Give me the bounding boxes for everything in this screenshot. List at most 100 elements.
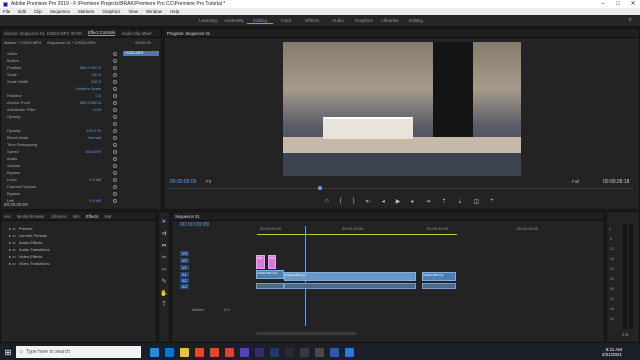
file-explorer-icon[interactable] (180, 347, 189, 357)
property-value[interactable]: 100.0 % (86, 128, 101, 133)
firefox-icon[interactable] (210, 347, 219, 357)
video-clip[interactable]: C0022.MP4 [V] (256, 270, 284, 279)
app-icon[interactable] (225, 347, 234, 357)
program-video-frame[interactable] (283, 42, 521, 176)
workspace-libraries[interactable]: Libraries (377, 18, 403, 23)
effect-property-row[interactable]: Scale 100.0 (1, 71, 161, 78)
property-value[interactable]: 100.00% (85, 149, 101, 154)
track-label[interactable]: V1 (180, 265, 189, 270)
resolution-dropdown[interactable]: Full (572, 179, 579, 184)
keyframe-toggle-icon[interactable] (113, 93, 117, 98)
workspace-learning[interactable]: Learning (195, 18, 221, 23)
effects-folder-item[interactable]: ▸ ▭ Video Effects (9, 253, 156, 260)
menu-edit[interactable]: Edit (18, 9, 26, 14)
tab-sequence-01[interactable]: Sequence 01 (175, 214, 200, 219)
track-label[interactable]: V2 (180, 258, 189, 263)
effect-property-row[interactable]: Anti-flicker Filter 0.00 (1, 106, 161, 113)
effect-property-row[interactable]: Scale Width 100.0 (1, 78, 161, 85)
menu-file[interactable]: File (3, 9, 10, 14)
effect-property-row[interactable]: Motion (1, 57, 161, 64)
selection-tool-icon[interactable]: ➤ (161, 218, 166, 225)
effect-property-row[interactable]: Opacity (1, 113, 161, 120)
extract-icon[interactable]: ⇣ (457, 198, 462, 205)
after-effects-icon[interactable] (255, 347, 264, 357)
task-view-icon[interactable] (150, 347, 159, 357)
photoshop-icon[interactable] (270, 347, 279, 357)
play-icon[interactable]: ▶ (396, 198, 401, 205)
tab-info[interactable]: Info (73, 214, 80, 219)
effect-property-row[interactable]: Time Remapping (1, 141, 161, 148)
title-clip[interactable]: Title (256, 255, 265, 269)
effect-property-row[interactable]: Rotation 0.0 (1, 92, 161, 99)
track-label[interactable]: V3 (180, 251, 189, 256)
effects-folder-item[interactable]: ▸ ▭ Audio Transitions (9, 246, 156, 253)
timeline-timecode[interactable]: 00:00:09:09 (180, 222, 209, 228)
track-select-icon[interactable]: ⇉ (161, 230, 166, 237)
work-area-bar[interactable] (257, 234, 457, 235)
keyframe-toggle-icon[interactable] (113, 191, 117, 196)
close-button[interactable]: ✕ (626, 0, 640, 8)
chrome-icon[interactable] (195, 347, 204, 357)
keyframe-toggle-icon[interactable] (113, 51, 117, 56)
menu-graphics[interactable]: Graphics (102, 9, 120, 14)
property-value[interactable]: Uniform Scale (76, 86, 101, 91)
effect-property-row[interactable] (1, 120, 161, 127)
timeline-zoom-scrollbar[interactable] (256, 332, 356, 335)
effects-folder-item[interactable]: ▸ ▭ Presets (9, 225, 156, 232)
minimize-button[interactable]: – (596, 0, 610, 8)
tab-audio-clip-mixer[interactable]: Audio Clip Mixer (121, 31, 152, 36)
effect-property-row[interactable]: Uniform Scale (1, 85, 161, 92)
effect-property-row[interactable]: Bypass (1, 169, 161, 176)
track-label[interactable]: A3 (180, 283, 189, 289)
app-icon[interactable] (315, 347, 324, 357)
track-label[interactable]: A1 (180, 271, 189, 277)
timeline-ruler[interactable]: 00:00:00:00 00:00:15:00 00:00:30:00 00:0… (257, 226, 602, 234)
go-to-out-icon[interactable]: ⇥ (425, 198, 430, 205)
workspace-editing[interactable]: Editing (247, 18, 273, 24)
effect-property-row[interactable]: Audio (1, 155, 161, 162)
lift-icon[interactable]: ⇡ (441, 198, 446, 205)
property-value[interactable]: 960.0 540.0 (80, 100, 101, 105)
tab-project[interactable]: ries (4, 214, 11, 219)
master-clip-label[interactable]: Master * C0022.MP4 (4, 40, 41, 45)
workspace-audio[interactable]: Audio (325, 18, 351, 23)
keyframe-toggle-icon[interactable] (113, 177, 117, 182)
word-icon[interactable] (330, 347, 339, 357)
meter-solo[interactable]: S S (622, 332, 628, 337)
keyframe-toggle-icon[interactable] (113, 58, 117, 63)
start-icon[interactable]: ⊞ (0, 348, 16, 357)
keyframe-toggle-icon[interactable] (113, 149, 117, 154)
program-timecode[interactable]: 00:00:09:09 (170, 179, 196, 185)
effects-folder-item[interactable]: ▸ ▭ Lumetri Presets (9, 232, 156, 239)
tab-effects[interactable]: Effects (86, 214, 99, 219)
menu-help[interactable]: Help (170, 9, 179, 14)
ripple-edit-icon[interactable]: ⇹ (161, 242, 166, 249)
workspace-assembly[interactable]: Assembly (221, 18, 247, 23)
tab-program[interactable]: Program: Sequence 01 (167, 31, 210, 36)
keyframe-toggle-icon[interactable] (113, 184, 117, 189)
pen-tool-icon[interactable]: ✎ (161, 278, 166, 285)
effect-property-row[interactable]: Opacity 100.0 % (1, 127, 161, 134)
media-encoder-icon[interactable] (285, 347, 294, 357)
razor-tool-icon[interactable]: ✂ (161, 254, 166, 261)
step-back-icon[interactable]: ◂ (382, 198, 385, 205)
property-value[interactable]: 0.0 (95, 93, 101, 98)
effect-property-row[interactable]: Volume (1, 162, 161, 169)
keyframe-toggle-icon[interactable] (113, 121, 117, 126)
effects-folder-item[interactable]: ▸ ▭ Audio Effects (9, 239, 156, 246)
button-editor-icon[interactable]: + (490, 198, 494, 205)
keyframe-toggle-icon[interactable] (113, 170, 117, 175)
effect-property-row[interactable]: Position 960.0 540.0 (1, 64, 161, 71)
tab-effect-controls[interactable]: Effect Controls (88, 30, 116, 36)
export-frame-icon[interactable]: ◫ (473, 198, 479, 205)
property-value[interactable]: 0.00 (93, 107, 101, 112)
taskbar-search[interactable]: ⌕ Type here to search (16, 346, 141, 358)
menu-sequence[interactable]: Sequence (50, 9, 70, 14)
slip-tool-icon[interactable]: ⇿ (161, 266, 166, 273)
keyframe-toggle-icon[interactable] (113, 163, 117, 168)
mark-out-icon[interactable]: } (353, 198, 355, 205)
tab-markers[interactable]: Mar (104, 214, 111, 219)
menu-window[interactable]: Window (146, 9, 162, 14)
taskbar-clock[interactable]: 8:11 AM 2/21/2021 (602, 347, 622, 357)
workspace-color[interactable]: Color (273, 18, 299, 23)
